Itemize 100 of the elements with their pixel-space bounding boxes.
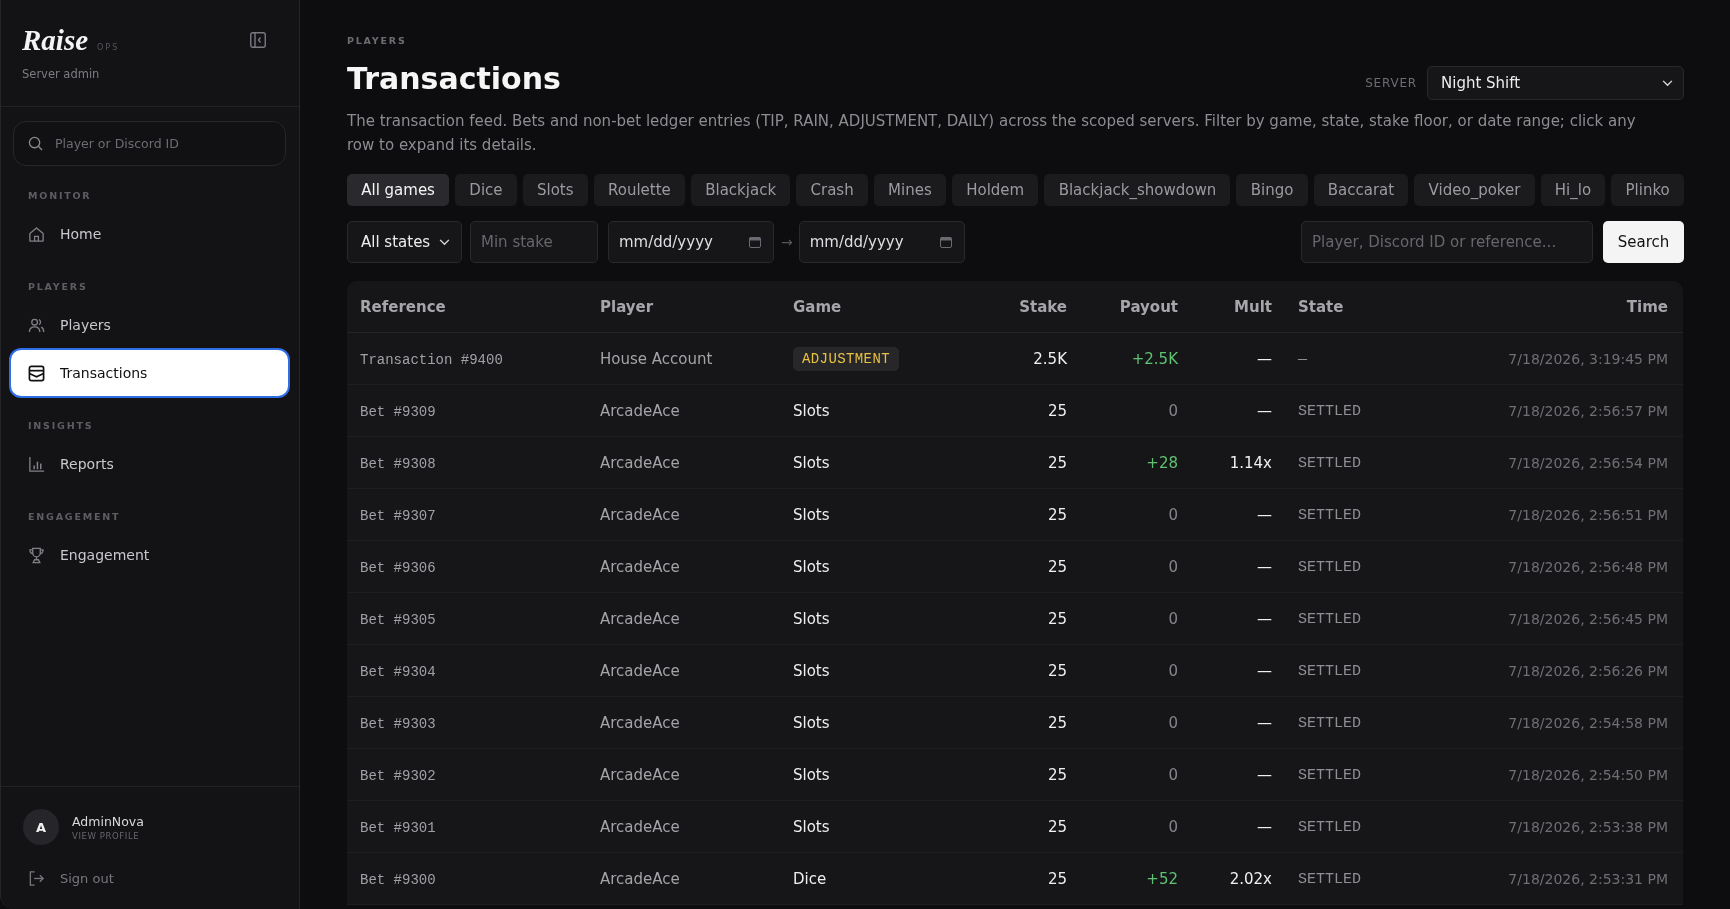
game-name: Dice — [793, 869, 827, 888]
calendar-icon — [749, 236, 761, 248]
transaction-reference: Bet #9305 — [360, 611, 436, 628]
game-filter-chip[interactable]: Dice — [455, 174, 517, 206]
multiplier: — — [1257, 349, 1272, 368]
state-label: SETTLED — [1298, 403, 1361, 420]
game-filter-chip[interactable]: Baccarat — [1313, 174, 1409, 206]
timestamp: 7/18/2026, 2:56:26 PM — [1508, 662, 1668, 679]
timestamp: 7/18/2026, 2:56:48 PM — [1508, 558, 1668, 575]
player-name: ArcadeAce — [600, 557, 680, 576]
sidebar-toggle-icon[interactable] — [250, 32, 266, 48]
state-label: SETTLED — [1298, 715, 1361, 732]
state-select[interactable]: All states — [347, 221, 462, 263]
nav-item[interactable]: Players — [11, 302, 288, 348]
transaction-reference: Bet #9307 — [360, 507, 436, 524]
player-name: ArcadeAce — [600, 817, 680, 836]
column-header: Game — [793, 297, 842, 316]
nav-item[interactable]: Reports — [11, 441, 288, 487]
state-label: SETTLED — [1298, 819, 1361, 836]
user-name: AdminNova — [72, 813, 144, 829]
breadcrumb: PLAYERS — [347, 35, 407, 47]
payout-amount: 0 — [1168, 713, 1178, 732]
player-name: House Account — [600, 349, 713, 368]
server-select[interactable]: Night Shift — [1427, 66, 1684, 100]
game-filter-chip[interactable]: All games — [347, 174, 450, 206]
multiplier: — — [1257, 505, 1272, 524]
timestamp: 7/18/2026, 2:54:58 PM — [1508, 714, 1668, 731]
search-button[interactable]: Search — [1603, 221, 1684, 263]
game-name: Slots — [793, 557, 830, 576]
stake-amount: 25 — [1047, 401, 1067, 420]
nav-item[interactable]: Transactions — [11, 350, 288, 396]
nav-item[interactable]: Home — [11, 211, 288, 257]
timestamp: 7/18/2026, 2:56:54 PM — [1508, 454, 1668, 471]
column-header: Mult — [1234, 297, 1272, 316]
game-filter-chip[interactable]: Roulette — [593, 174, 685, 206]
state-label: SETTLED — [1298, 507, 1361, 524]
home-icon — [28, 225, 45, 243]
payout-amount: 0 — [1168, 817, 1178, 836]
multiplier: 2.02x — [1229, 869, 1272, 888]
transaction-reference: Bet #9309 — [360, 403, 436, 420]
chevron-down-icon — [1662, 79, 1673, 87]
transaction-reference: Bet #9304 — [360, 663, 436, 680]
avatar[interactable]: A — [23, 809, 59, 845]
stake-amount: 25 — [1047, 609, 1067, 628]
column-header: Payout — [1119, 297, 1178, 316]
multiplier: — — [1257, 609, 1272, 628]
state-label: SETTLED — [1298, 767, 1361, 784]
search-field[interactable]: Player or Discord ID — [13, 121, 286, 166]
game-name: Slots — [793, 817, 830, 836]
sign-out-button[interactable]: Sign out — [28, 863, 114, 893]
state-label: SETTLED — [1298, 559, 1361, 576]
date-field[interactable]: mm/dd/yyyy — [798, 221, 965, 263]
payout-amount: +2.5K — [1131, 349, 1178, 368]
search-field[interactable]: Player, Discord ID or reference... — [1301, 221, 1593, 263]
nav-item[interactable]: Engagement — [11, 532, 288, 578]
stake-amount: 25 — [1047, 817, 1067, 836]
game-filter-chip[interactable]: Hi_lo — [1540, 174, 1606, 206]
state-label: SETTLED — [1298, 455, 1361, 472]
game-name: Slots — [793, 713, 830, 732]
view-profile-link[interactable]: VIEW PROFILE — [72, 830, 140, 841]
stake-amount: 25 — [1047, 661, 1067, 680]
multiplier: — — [1257, 765, 1272, 784]
game-filter-chip[interactable]: Video_poker — [1414, 174, 1535, 206]
game-name: Slots — [793, 453, 830, 472]
game-name: Slots — [793, 661, 830, 680]
multiplier: — — [1257, 713, 1272, 732]
game-filter-chip[interactable]: Blackjack — [691, 174, 791, 206]
min-stake-field[interactable]: Min stake — [470, 221, 598, 263]
game-filter-chip[interactable]: Holdem — [952, 174, 1039, 206]
timestamp: 7/18/2026, 2:56:45 PM — [1508, 610, 1668, 627]
game-name: Slots — [793, 609, 830, 628]
multiplier: — — [1257, 661, 1272, 680]
game-filter-chip[interactable]: Plinko — [1611, 174, 1684, 206]
transaction-reference: Bet #9306 — [360, 559, 436, 576]
player-name: ArcadeAce — [600, 713, 680, 732]
date-field[interactable]: mm/dd/yyyy — [608, 221, 774, 263]
player-name: ArcadeAce — [600, 401, 680, 420]
timestamp: 7/18/2026, 2:53:38 PM — [1508, 818, 1668, 835]
column-header: State — [1298, 297, 1344, 316]
payout-amount: 0 — [1168, 661, 1178, 680]
section-heading: ENGAGEMENT — [28, 511, 121, 523]
game-filter-chip[interactable]: Bingo — [1236, 174, 1308, 206]
stake-amount: 25 — [1047, 453, 1067, 472]
player-name: ArcadeAce — [600, 609, 680, 628]
game-filter-chip[interactable]: Mines — [873, 174, 946, 206]
game-filter-chip[interactable]: Crash — [796, 174, 868, 206]
section-heading: MONITOR — [28, 190, 92, 202]
logo-wordmark: Raise — [22, 23, 89, 57]
page-description: The transaction feed. Bets and non-bet ledger entries (TIP, RAIN, ADJUSTMENT, DAILY) across the scoped servers. Filter by game, state, stake floor, or date range; click any row to expand its details. — [347, 111, 1637, 156]
game-name: Slots — [793, 401, 830, 420]
transaction-reference: Bet #9302 — [360, 767, 436, 784]
game-filter-chip[interactable]: Slots — [522, 174, 588, 206]
payout-amount: +28 — [1146, 453, 1178, 472]
stake-amount: 25 — [1047, 765, 1067, 784]
range-arrow: → — [781, 234, 793, 250]
game-filter-chip[interactable]: Blackjack_showdown — [1044, 174, 1231, 206]
timestamp: 7/18/2026, 2:56:57 PM — [1508, 402, 1668, 419]
users-icon — [28, 316, 45, 334]
timestamp: 7/18/2026, 3:19:45 PM — [1508, 350, 1668, 367]
bar-chart-icon — [28, 455, 45, 473]
